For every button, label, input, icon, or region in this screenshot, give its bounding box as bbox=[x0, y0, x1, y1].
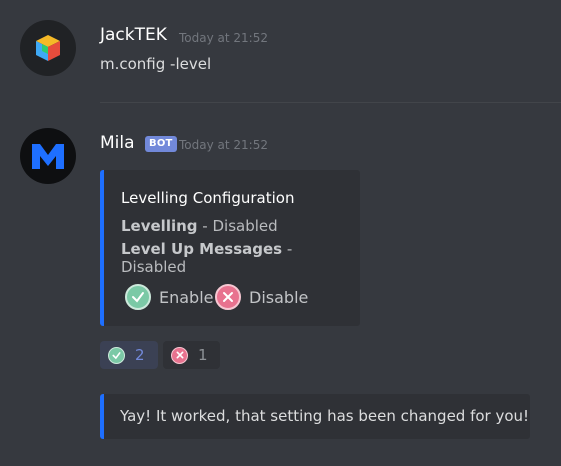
timestamp: Today at 21:52 bbox=[179, 138, 268, 152]
username[interactable]: Mila bbox=[100, 133, 135, 153]
field-value: Disabled bbox=[212, 217, 278, 235]
bot-badge: BOT bbox=[145, 136, 177, 152]
avatar[interactable] bbox=[20, 128, 76, 184]
field-name: Levelling bbox=[121, 217, 198, 235]
response-text: Yay! It worked, that setting has been ch… bbox=[120, 407, 530, 425]
disable-label: Disable bbox=[249, 287, 309, 307]
avatar[interactable] bbox=[20, 20, 76, 76]
x-icon bbox=[215, 284, 241, 310]
timestamp: Today at 21:52 bbox=[179, 31, 268, 45]
config-embed: Levelling Configuration Levelling - Disa… bbox=[100, 170, 360, 326]
reaction-x[interactable]: 1 bbox=[163, 341, 220, 369]
enable-label: Enable bbox=[159, 287, 214, 307]
disable-option: Disable bbox=[215, 284, 308, 310]
field-separator: - bbox=[197, 217, 213, 235]
enable-option: Enable bbox=[125, 284, 214, 310]
field-separator: - bbox=[282, 240, 293, 258]
reaction-count: 1 bbox=[198, 346, 208, 364]
field-name: Level Up Messages bbox=[121, 240, 283, 258]
cube-icon bbox=[36, 35, 60, 61]
embed-title: Levelling Configuration bbox=[121, 189, 295, 207]
m-logo-icon bbox=[32, 144, 64, 169]
check-icon bbox=[125, 284, 151, 310]
embed-field-levelling: Levelling - Disabled bbox=[121, 217, 278, 235]
field-value: Disabled bbox=[121, 258, 187, 276]
reaction-count: 2 bbox=[135, 346, 145, 364]
embed-field-level-up-messages: Level Up Messages - Disabled bbox=[121, 240, 360, 276]
reaction-check[interactable]: 2 bbox=[100, 341, 158, 369]
message-divider bbox=[100, 102, 561, 103]
check-icon bbox=[108, 346, 125, 364]
response-embed: Yay! It worked, that setting has been ch… bbox=[100, 394, 530, 439]
username[interactable]: JackTEK bbox=[100, 25, 167, 45]
message-content: m.config -level bbox=[100, 55, 212, 73]
x-icon bbox=[171, 346, 188, 364]
